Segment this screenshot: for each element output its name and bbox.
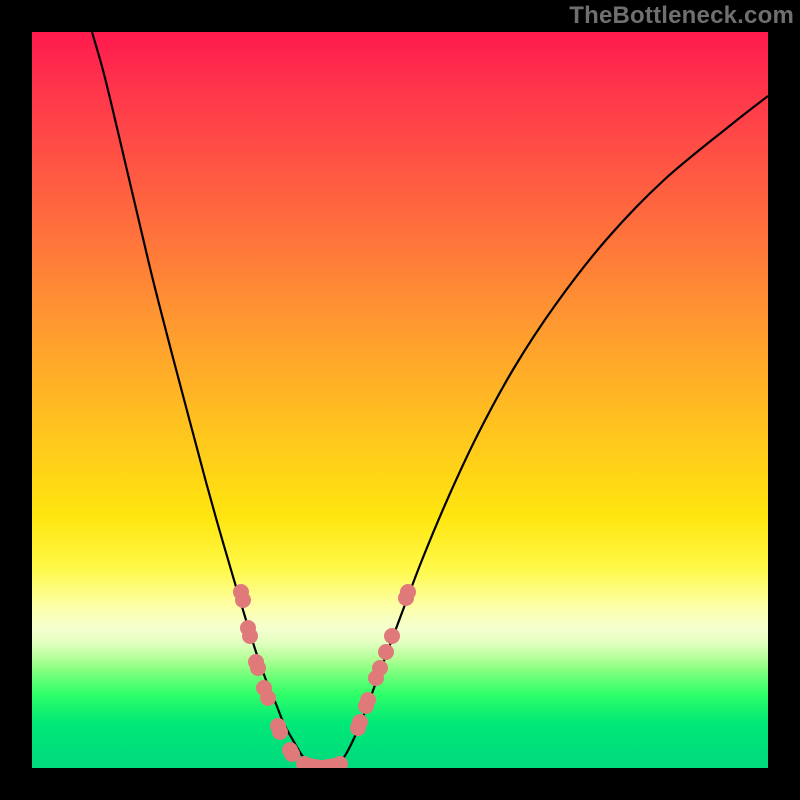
data-marker bbox=[378, 644, 394, 660]
data-marker bbox=[260, 690, 276, 706]
data-marker bbox=[332, 756, 348, 768]
data-marker bbox=[400, 584, 416, 600]
curve-overlay bbox=[32, 32, 768, 768]
data-marker bbox=[384, 628, 400, 644]
chart-frame: TheBottleneck.com bbox=[0, 0, 800, 800]
watermark-text: TheBottleneck.com bbox=[569, 2, 794, 30]
data-marker bbox=[242, 628, 258, 644]
left-curve bbox=[92, 32, 316, 768]
right-curve bbox=[336, 96, 768, 768]
plot-area bbox=[32, 32, 768, 768]
data-markers bbox=[233, 584, 416, 768]
data-marker bbox=[235, 592, 251, 608]
data-marker bbox=[360, 692, 376, 708]
data-marker bbox=[272, 724, 288, 740]
data-marker bbox=[352, 714, 368, 730]
data-marker bbox=[250, 660, 266, 676]
data-marker bbox=[372, 660, 388, 676]
